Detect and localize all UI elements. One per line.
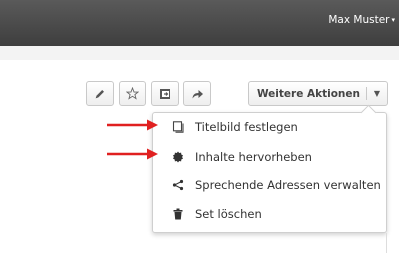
user-menu-caret-icon: ▾ [391,16,395,24]
menu-item-label: Titelbild festlegen [195,120,298,134]
menu-item-label: Set löschen [195,207,262,221]
menu-item-label: Inhalte hervorheben [195,150,312,164]
share-nodes-icon [171,178,185,192]
annotation-arrow-icon [107,119,158,131]
menu-item-highlight-content[interactable]: Inhalte hervorheben [153,144,386,170]
caret-down-icon: ▼ [373,89,381,98]
more-actions-dropdown-menu: Titelbild festlegen Inhalte hervorheben … [152,112,387,233]
share-arrow-icon [192,89,203,98]
favorite-button[interactable] [119,81,146,106]
menu-item-delete-set[interactable]: Set löschen [153,201,386,227]
pencil-icon [95,89,104,98]
divider [386,233,387,253]
trash-icon [171,207,185,221]
user-name: Max Muster [328,14,390,26]
more-actions-button[interactable]: Weitere Aktionen [249,82,366,105]
content-header-strip [0,46,399,60]
menu-item-manage-addresses[interactable]: Sprechende Adressen verwalten [153,172,386,198]
edit-button[interactable] [86,81,114,106]
star-icon [126,87,139,100]
menu-item-set-cover-image[interactable]: Titelbild festlegen [153,114,386,140]
cover-image-icon [171,120,185,134]
annotation-arrow-icon [107,148,158,160]
menu-item-label: Sprechende Adressen verwalten [195,178,381,192]
share-button[interactable] [183,81,211,106]
user-menu[interactable]: Max Muster ▾ [328,14,395,26]
more-actions-button-group: Weitere Aktionen ▼ [248,81,388,106]
export-icon [160,88,170,99]
top-navigation-bar: Max Muster ▾ [0,0,399,46]
export-button[interactable] [151,81,179,106]
more-actions-toggle[interactable]: ▼ [367,82,387,105]
badge-icon [171,150,185,164]
